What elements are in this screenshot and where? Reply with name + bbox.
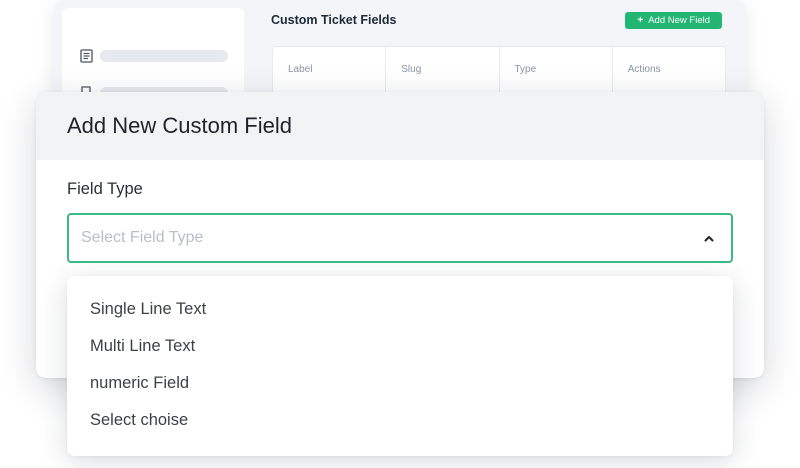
sidebar-item-placeholder [100,50,228,62]
option-select-choice[interactable]: Select choise [90,411,188,430]
chevron-up-icon[interactable] [701,230,717,246]
plus-icon: + [637,14,644,26]
add-new-field-label: Add New Field [648,14,710,26]
page-title: Custom Ticket Fields [271,13,397,27]
add-new-field-button[interactable]: + Add New Field [625,11,722,29]
page-header: Custom Ticket Fields + Add New Field [254,6,734,34]
field-type-dropdown: Single Line Text Multi Line Text numeric… [67,276,733,456]
field-type-label: Field Type [67,180,143,198]
modal-title: Add New Custom Field [67,113,292,138]
select-placeholder: Select Field Type [81,229,204,246]
modal-header: Add New Custom Field [36,92,764,160]
document-icon [78,48,94,64]
field-type-select[interactable]: Select Field Type [67,213,733,263]
option-numeric-field[interactable]: numeric Field [90,374,189,393]
option-multi-line-text[interactable]: Multi Line Text [90,337,195,356]
option-single-line-text[interactable]: Single Line Text [90,300,206,319]
sidebar-item[interactable] [78,48,228,64]
